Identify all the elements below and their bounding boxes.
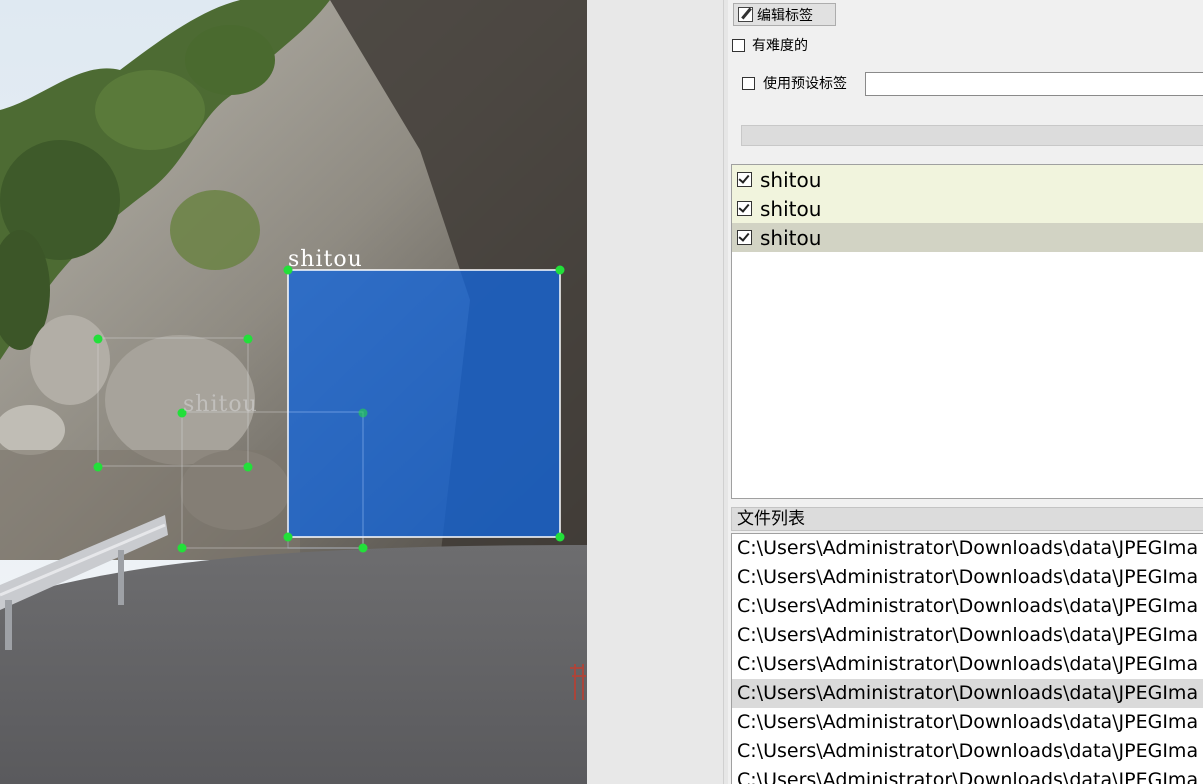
- default-label-input[interactable]: [865, 72, 1203, 96]
- label-list-item-text: shitou: [760, 225, 822, 250]
- bbox-label-faint: shitou: [183, 392, 258, 417]
- use-default-label-option[interactable]: 使用预设标签: [742, 73, 847, 93]
- pencil-icon: [738, 7, 753, 22]
- file-list-item[interactable]: C:\Users\Administrator\Downloads\data\JP…: [732, 737, 1203, 766]
- file-list[interactable]: C:\Users\Administrator\Downloads\data\JP…: [731, 533, 1203, 784]
- bbox-label-active: shitou: [288, 247, 363, 272]
- label-filter-combo[interactable]: [741, 125, 1203, 146]
- label-visibility-checkbox[interactable]: [737, 172, 752, 187]
- use-default-label-checkbox[interactable]: [742, 76, 755, 90]
- file-list-item[interactable]: C:\Users\Administrator\Downloads\data\JP…: [732, 650, 1203, 679]
- photo-scene: [0, 0, 587, 784]
- difficult-label: 有难度的: [752, 37, 808, 53]
- label-list-item[interactable]: shitou: [732, 194, 1203, 223]
- file-list-item[interactable]: C:\Users\Administrator\Downloads\data\JP…: [732, 766, 1203, 784]
- label-list[interactable]: shitou shitou shitou: [731, 164, 1203, 499]
- file-list-item[interactable]: C:\Users\Administrator\Downloads\data\JP…: [732, 534, 1203, 563]
- file-list-item[interactable]: C:\Users\Administrator\Downloads\data\JP…: [732, 708, 1203, 737]
- file-list-item[interactable]: C:\Users\Administrator\Downloads\data\JP…: [732, 592, 1203, 621]
- label-list-item-text: shitou: [760, 196, 822, 221]
- file-list-item[interactable]: C:\Users\Administrator\Downloads\data\JP…: [732, 621, 1203, 650]
- file-list-item-selected[interactable]: C:\Users\Administrator\Downloads\data\JP…: [732, 679, 1203, 708]
- image-canvas[interactable]: shitou shitou: [0, 0, 723, 784]
- use-default-label-text: 使用预设标签: [763, 75, 847, 91]
- label-visibility-checkbox[interactable]: [737, 201, 752, 216]
- road-rockfall-photo[interactable]: shitou shitou: [0, 0, 587, 784]
- difficult-checkbox[interactable]: [732, 38, 745, 52]
- edit-label-button[interactable]: 编辑标签: [733, 3, 836, 26]
- difficult-option[interactable]: 有难度的: [732, 35, 808, 55]
- active-bounding-box: [287, 269, 561, 538]
- file-list-title: 文件列表: [731, 507, 1203, 531]
- label-visibility-checkbox[interactable]: [737, 230, 752, 245]
- box-labels-dock: 编辑标签 有难度的 使用预设标签 shitou shitou shitou 文件…: [728, 0, 1203, 784]
- edit-label-button-text: 编辑标签: [757, 6, 813, 23]
- label-list-item[interactable]: shitou: [732, 223, 1203, 252]
- label-list-item[interactable]: shitou: [732, 165, 1203, 194]
- label-list-item-text: shitou: [760, 167, 822, 192]
- file-list-item[interactable]: C:\Users\Administrator\Downloads\data\JP…: [732, 563, 1203, 592]
